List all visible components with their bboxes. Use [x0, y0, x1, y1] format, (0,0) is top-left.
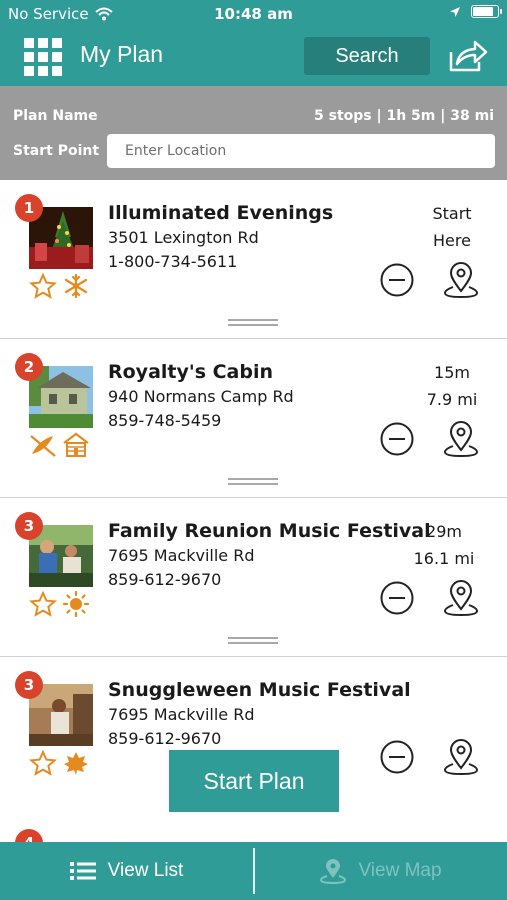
list-icon: [69, 862, 96, 880]
stop-travel-distance: 7.9 mi: [426, 390, 478, 409]
stop-number-badge: 3: [15, 671, 43, 699]
stop-travel-info: 15m 7.9 mi: [417, 359, 487, 413]
stop-travel-distance: 16.1 mi: [413, 549, 475, 568]
stop-travel-time: Start: [432, 204, 472, 223]
view-list-tab[interactable]: View List: [0, 842, 253, 900]
stop-number-badge: 2: [15, 353, 43, 381]
drag-handle[interactable]: [228, 319, 278, 326]
stop-phone[interactable]: 1-800-734-5611: [108, 252, 237, 271]
snowflake-icon: [64, 273, 88, 299]
view-list-label: View List: [107, 860, 184, 881]
start-location-input[interactable]: [107, 134, 495, 168]
leaf-icon: [64, 752, 88, 775]
remove-stop-button[interactable]: [380, 581, 414, 615]
stop-address: 3501 Lexington Rd: [108, 228, 259, 247]
stop-category-icons: [29, 591, 90, 617]
stop-number-badge: 3: [15, 512, 43, 540]
stop-travel-distance: Here: [433, 231, 471, 250]
page-title: My Plan: [80, 41, 164, 67]
battery-icon: [471, 5, 502, 18]
plan-name-label[interactable]: Plan Name: [13, 108, 98, 124]
stop-address: 7695 Mackville Rd: [108, 705, 255, 724]
stop-travel-info: 29m 16.1 mi: [399, 518, 489, 572]
map-pin-icon[interactable]: [443, 261, 479, 299]
stop-category-icons: [29, 750, 90, 776]
plan-stop-3[interactable]: 3 Family Reunion Music Festival 7695 Mac…: [0, 498, 507, 657]
plan-summary: 5 stops | 1h 5m | 38 mi: [314, 108, 494, 124]
clock: 10:48 am: [214, 5, 293, 23]
view-map-label: View Map: [358, 860, 442, 881]
star-outline-icon: [29, 273, 57, 299]
remove-stop-button[interactable]: [380, 263, 414, 297]
stop-name[interactable]: Illuminated Evenings: [108, 202, 333, 224]
app-header: My Plan Search: [0, 28, 507, 86]
star-outline-icon: [29, 750, 57, 776]
view-map-tab[interactable]: View Map: [255, 842, 507, 900]
stop-phone[interactable]: 859-612-9670: [108, 570, 221, 589]
battery-level: [473, 7, 494, 16]
kayak-icon: [30, 435, 56, 457]
stop-phone[interactable]: 859-748-5459: [108, 411, 221, 430]
stop-name[interactable]: Snuggleween Music Festival: [108, 679, 411, 701]
bottom-tab-bar: View List View Map: [0, 842, 507, 900]
stop-travel-time: 29m: [426, 522, 462, 541]
map-pin-icon[interactable]: [443, 579, 479, 617]
remove-stop-button[interactable]: [380, 740, 414, 774]
map-pin-icon[interactable]: [443, 738, 479, 776]
plan-stop-1[interactable]: 1 Illuminated Evenings 3501 Lexington Rd…: [0, 180, 507, 339]
stop-address: 7695 Mackville Rd: [108, 546, 255, 565]
stop-address: 940 Normans Camp Rd: [108, 387, 294, 406]
sun-icon: [62, 591, 90, 617]
start-plan-button[interactable]: Start Plan: [169, 750, 339, 812]
stop-travel-info: Start Here: [417, 200, 487, 254]
menu-grid-icon[interactable]: [24, 38, 62, 76]
star-outline-icon: [29, 591, 57, 617]
stop-travel-time: 15m: [434, 363, 470, 382]
stop-name[interactable]: Family Reunion Music Festival: [108, 520, 431, 542]
start-point-label: Start Point: [13, 143, 100, 159]
location-arrow-icon: [450, 6, 460, 17]
stop-phone[interactable]: 859-612-9670: [108, 729, 221, 748]
map-pin-icon[interactable]: [443, 420, 479, 458]
drag-handle[interactable]: [228, 478, 278, 485]
stop-category-icons: [29, 273, 90, 299]
stop-number-badge: 1: [15, 194, 43, 222]
stop-category-icons: [29, 432, 90, 458]
plan-stop-5-partial[interactable]: 4: [0, 815, 507, 845]
cabin-icon: [63, 432, 89, 457]
plan-panel: Plan Name 5 stops | 1h 5m | 38 mi Start …: [0, 86, 507, 180]
status-right: [449, 5, 502, 18]
status-bar: No Service 10:48 am: [0, 0, 507, 28]
drag-handle[interactable]: [228, 637, 278, 644]
stop-name[interactable]: Royalty's Cabin: [108, 361, 273, 383]
remove-stop-button[interactable]: [380, 422, 414, 456]
map-marker-icon: [320, 859, 347, 884]
share-icon[interactable]: [448, 38, 488, 74]
plan-stop-2[interactable]: 2 Royalty's Cabin 940 Normans Camp Rd 85…: [0, 339, 507, 498]
search-button[interactable]: Search: [304, 37, 430, 75]
